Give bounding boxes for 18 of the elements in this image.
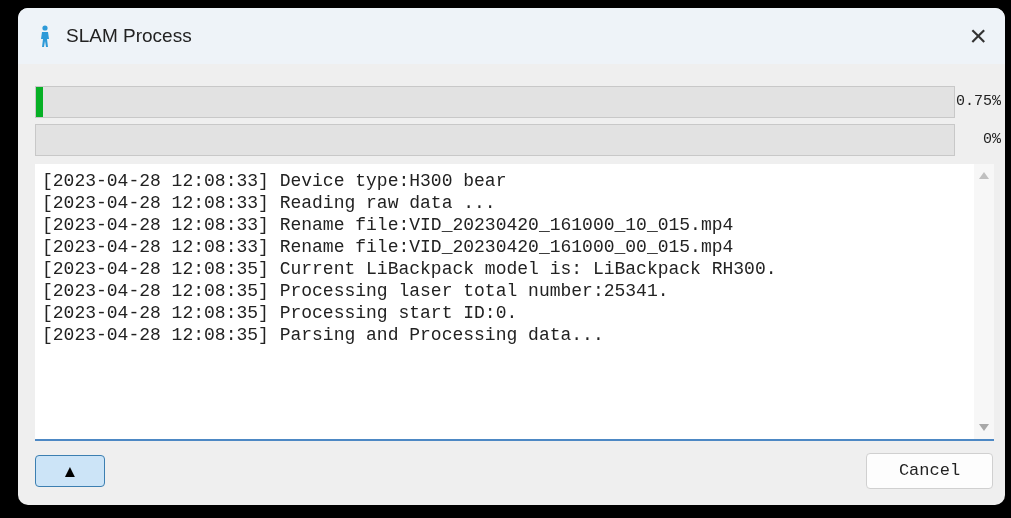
- log-line: [2023-04-28 12:08:35] Processing laser total number:25341.: [42, 280, 670, 302]
- log-line: [2023-04-28 12:08:33] Rename file:VID_20230420_161000_00_015.mp4: [42, 236, 735, 258]
- log-line: [2023-04-28 12:08:35] Processing start ID:0.: [42, 302, 519, 324]
- scrollbar[interactable]: [974, 164, 994, 439]
- cancel-button[interactable]: Cancel: [866, 453, 993, 489]
- log-line: [2023-04-28 12:08:35] Current LiBackpack model is: LiBackpack RH300.: [42, 258, 778, 280]
- scroll-up-icon[interactable]: [979, 172, 989, 179]
- log-line: [2023-04-28 12:08:33] Reading raw data ...: [42, 192, 497, 214]
- walking-person-icon: [38, 25, 52, 47]
- window-title: SLAM Process: [66, 23, 193, 48]
- close-button[interactable]: ×: [965, 21, 991, 51]
- scroll-down-icon[interactable]: [979, 424, 989, 431]
- progress-percent: 0.75%: [955, 91, 1002, 112]
- collapse-button[interactable]: ▲: [35, 455, 105, 487]
- log-line: [2023-04-28 12:08:33] Device type:H300 bear: [42, 170, 508, 192]
- progress-percent: 0%: [982, 129, 1002, 150]
- log-line: [2023-04-28 12:08:33] Rename file:VID_20230420_161000_10_015.mp4: [42, 214, 735, 236]
- log-line: [2023-04-28 12:08:35] Parsing and Processing data...: [42, 324, 605, 346]
